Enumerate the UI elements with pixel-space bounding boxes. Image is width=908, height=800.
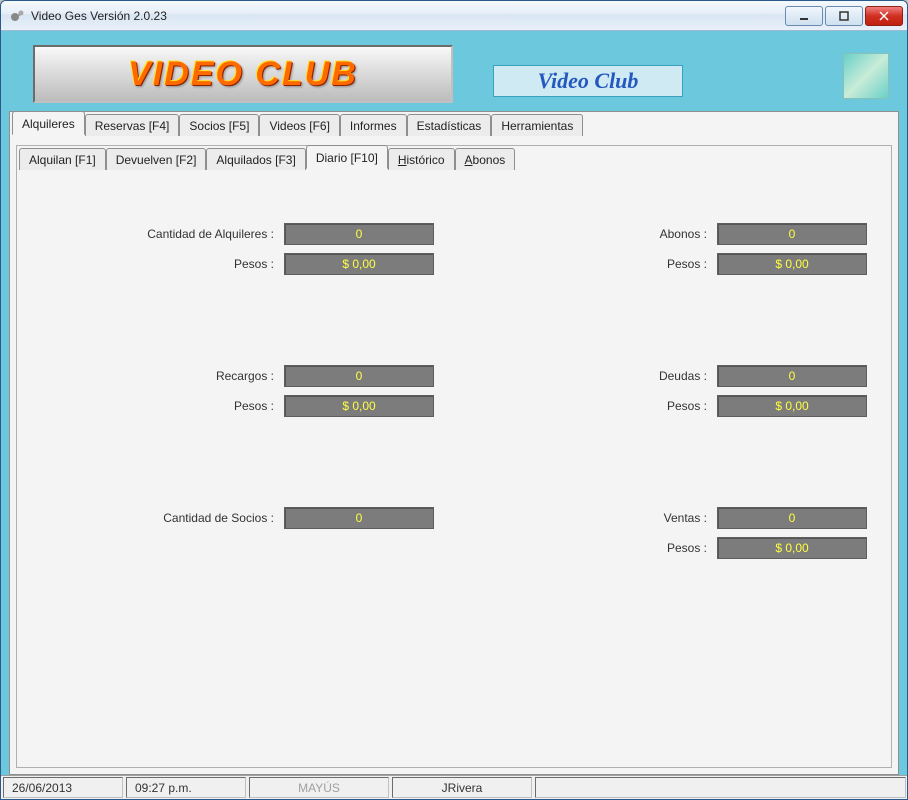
app-window: Video Ges Versión 2.0.23 VIDEO CLUB Vide… xyxy=(0,0,908,800)
label-recargos: Recargos : xyxy=(216,369,274,383)
label-deudas-pesos: Pesos : xyxy=(667,399,707,413)
brand-badge: Video Club xyxy=(493,65,683,97)
statusbar: 26/06/2013 09:27 p.m. MAYÚS JRivera xyxy=(1,775,907,799)
value-recargos-pesos: $ 0,00 xyxy=(284,395,434,417)
header: VIDEO CLUB Video Club xyxy=(9,39,899,109)
label-abonos-pesos: Pesos : xyxy=(667,257,707,271)
status-caps: MAYÚS xyxy=(249,777,389,798)
block-socios: Cantidad de Socios : 0 xyxy=(41,507,434,559)
block-alquileres: Cantidad de Alquileres : 0 Pesos : $ 0,0… xyxy=(41,223,434,275)
client-area: VIDEO CLUB Video Club Alquileres Reserva… xyxy=(1,31,907,775)
status-user: JRivera xyxy=(392,777,532,798)
block-deudas: Deudas : 0 Pesos : $ 0,00 xyxy=(474,365,867,417)
value-cant-alquileres: 0 xyxy=(284,223,434,245)
window-controls xyxy=(785,6,903,26)
tab-alquileres[interactable]: Alquileres xyxy=(12,111,85,135)
minimize-button[interactable] xyxy=(785,6,823,26)
block-recargos: Recargos : 0 Pesos : $ 0,00 xyxy=(41,365,434,417)
tab-alquilan[interactable]: Alquilan [F1] xyxy=(19,148,106,170)
window-title: Video Ges Versión 2.0.23 xyxy=(31,9,785,23)
sub-tabs: Alquilan [F1] Devuelven [F2] Alquilados … xyxy=(17,145,891,169)
sub-tab-panel: Alquilan [F1] Devuelven [F2] Alquilados … xyxy=(16,145,892,768)
label-cant-alquileres: Cantidad de Alquileres : xyxy=(147,227,274,241)
label-ventas: Ventas : xyxy=(664,511,707,525)
tab-informes[interactable]: Informes xyxy=(340,114,407,136)
logo-panel: VIDEO CLUB xyxy=(33,45,453,103)
value-deudas: 0 xyxy=(717,365,867,387)
value-recargos: 0 xyxy=(284,365,434,387)
value-ventas: 0 xyxy=(717,507,867,529)
tab-estadisticas[interactable]: Estadísticas xyxy=(407,114,492,136)
label-alquileres-pesos: Pesos : xyxy=(234,257,274,271)
status-date: 26/06/2013 xyxy=(3,777,123,798)
diario-content: Cantidad de Alquileres : 0 Pesos : $ 0,0… xyxy=(17,169,891,767)
tab-devuelven[interactable]: Devuelven [F2] xyxy=(106,148,207,170)
app-icon xyxy=(9,8,25,24)
tab-diario[interactable]: Diario [F10] xyxy=(306,145,388,169)
label-ventas-pesos: Pesos : xyxy=(667,541,707,555)
tab-historico[interactable]: Histórico xyxy=(388,148,455,170)
logo-text: VIDEO CLUB xyxy=(128,55,358,94)
value-abonos: 0 xyxy=(717,223,867,245)
stats-grid: Cantidad de Alquileres : 0 Pesos : $ 0,0… xyxy=(41,223,867,559)
tab-abonos[interactable]: Abonos xyxy=(455,148,516,170)
value-ventas-pesos: $ 0,00 xyxy=(717,537,867,559)
main-tab-panel: Alquileres Reservas [F4] Socios [F5] Vid… xyxy=(9,111,899,775)
label-recargos-pesos: Pesos : xyxy=(234,399,274,413)
tab-reservas[interactable]: Reservas [F4] xyxy=(85,114,180,136)
block-abonos: Abonos : 0 Pesos : $ 0,00 xyxy=(474,223,867,275)
value-deudas-pesos: $ 0,00 xyxy=(717,395,867,417)
tab-herramientas[interactable]: Herramientas xyxy=(491,114,583,136)
main-tabs: Alquileres Reservas [F4] Socios [F5] Vid… xyxy=(10,111,898,135)
maximize-button[interactable] xyxy=(825,6,863,26)
label-cant-socios: Cantidad de Socios : xyxy=(163,511,274,525)
label-abonos: Abonos : xyxy=(660,227,707,241)
value-abonos-pesos: $ 0,00 xyxy=(717,253,867,275)
tab-alquilados[interactable]: Alquilados [F3] xyxy=(206,148,305,170)
label-deudas: Deudas : xyxy=(659,369,707,383)
value-cant-socios: 0 xyxy=(284,507,434,529)
titlebar: Video Ges Versión 2.0.23 xyxy=(1,1,907,31)
close-button[interactable] xyxy=(865,6,903,26)
tab-socios[interactable]: Socios [F5] xyxy=(179,114,259,136)
value-alquileres-pesos: $ 0,00 xyxy=(284,253,434,275)
status-time: 09:27 p.m. xyxy=(126,777,246,798)
header-thumbnail xyxy=(843,53,889,99)
tab-videos[interactable]: Videos [F6] xyxy=(259,114,339,136)
block-ventas: Ventas : 0 Pesos : $ 0,00 xyxy=(474,507,867,559)
status-spacer xyxy=(535,777,906,798)
